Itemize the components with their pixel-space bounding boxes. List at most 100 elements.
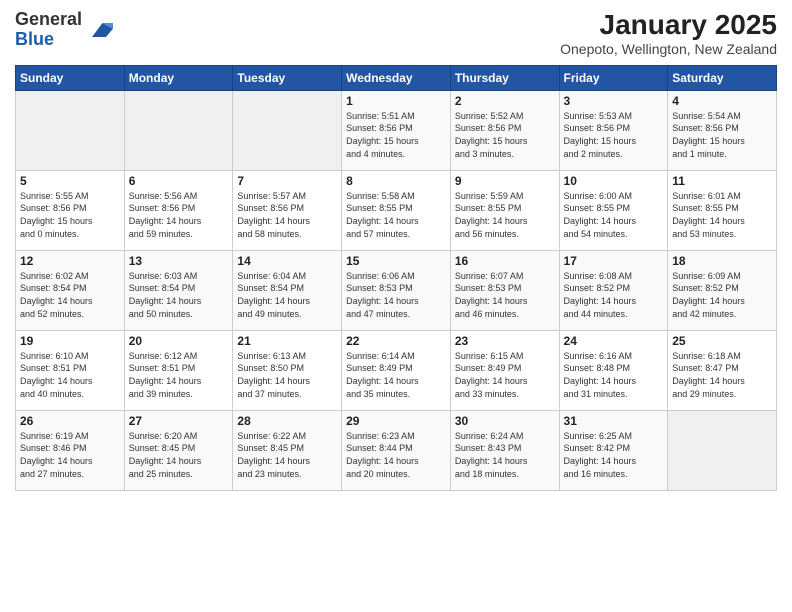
table-row: 9 Sunrise: 5:59 AMSunset: 8:55 PMDaylight…	[450, 170, 559, 250]
week-row-4: 19 Sunrise: 6:10 AMSunset: 8:51 PMDayligh…	[16, 330, 777, 410]
day-info: Sunrise: 6:15 AMSunset: 8:49 PMDaylight:…	[455, 350, 555, 400]
table-row: 8 Sunrise: 5:58 AMSunset: 8:55 PMDaylight…	[342, 170, 451, 250]
day-info: Sunrise: 5:56 AMSunset: 8:56 PMDaylight:…	[129, 190, 229, 240]
week-row-2: 5 Sunrise: 5:55 AMSunset: 8:56 PMDaylight…	[16, 170, 777, 250]
header-thursday: Thursday	[450, 65, 559, 90]
week-row-3: 12 Sunrise: 6:02 AMSunset: 8:54 PMDayligh…	[16, 250, 777, 330]
table-row: 24 Sunrise: 6:16 AMSunset: 8:48 PMDayligh…	[559, 330, 668, 410]
table-row: 5 Sunrise: 5:55 AMSunset: 8:56 PMDaylight…	[16, 170, 125, 250]
logo-blue-text: Blue	[15, 29, 54, 49]
day-number: 21	[237, 334, 337, 348]
day-info: Sunrise: 5:59 AMSunset: 8:55 PMDaylight:…	[455, 190, 555, 240]
day-number: 15	[346, 254, 446, 268]
header-wednesday: Wednesday	[342, 65, 451, 90]
header-monday: Monday	[124, 65, 233, 90]
day-number: 24	[564, 334, 664, 348]
table-row: 29Sunrise: 6:23 AMSunset: 8:44 PMDayligh…	[342, 410, 451, 490]
day-info: Sunrise: 6:03 AMSunset: 8:54 PMDaylight:…	[129, 270, 229, 320]
day-info: Sunrise: 6:07 AMSunset: 8:53 PMDaylight:…	[455, 270, 555, 320]
day-number: 7	[237, 174, 337, 188]
day-info: Sunrise: 6:01 AMSunset: 8:55 PMDaylight:…	[672, 190, 772, 240]
day-number: 18	[672, 254, 772, 268]
day-info: Sunrise: 6:06 AMSunset: 8:53 PMDaylight:…	[346, 270, 446, 320]
day-number: 5	[20, 174, 120, 188]
day-number: 30	[455, 414, 555, 428]
table-row: 1Sunrise: 5:51 AMSunset: 8:56 PMDaylight…	[342, 90, 451, 170]
day-number: 4	[672, 94, 772, 108]
table-row	[233, 90, 342, 170]
day-info: Sunrise: 5:55 AMSunset: 8:56 PMDaylight:…	[20, 190, 120, 240]
day-info: Sunrise: 6:09 AMSunset: 8:52 PMDaylight:…	[672, 270, 772, 320]
day-info: Sunrise: 5:57 AMSunset: 8:56 PMDaylight:…	[237, 190, 337, 240]
day-info: Sunrise: 6:22 AMSunset: 8:45 PMDaylight:…	[237, 430, 337, 480]
table-row: 21Sunrise: 6:13 AMSunset: 8:50 PMDayligh…	[233, 330, 342, 410]
table-row: 13 Sunrise: 6:03 AMSunset: 8:54 PMDayligh…	[124, 250, 233, 330]
day-info: Sunrise: 6:16 AMSunset: 8:48 PMDaylight:…	[564, 350, 664, 400]
day-number: 1	[346, 94, 446, 108]
table-row: 7 Sunrise: 5:57 AMSunset: 8:56 PMDaylight…	[233, 170, 342, 250]
logo-icon	[85, 16, 113, 44]
day-info: Sunrise: 6:00 AMSunset: 8:55 PMDaylight:…	[564, 190, 664, 240]
table-row: 3Sunrise: 5:53 AMSunset: 8:56 PMDaylight…	[559, 90, 668, 170]
day-info: Sunrise: 6:08 AMSunset: 8:52 PMDaylight:…	[564, 270, 664, 320]
day-number: 23	[455, 334, 555, 348]
table-row: 2 Sunrise: 5:52 AMSunset: 8:56 PMDaylight…	[450, 90, 559, 170]
title-block: January 2025 Onepoto, Wellington, New Ze…	[560, 10, 777, 57]
day-number: 6	[129, 174, 229, 188]
day-info: Sunrise: 6:04 AMSunset: 8:54 PMDaylight:…	[237, 270, 337, 320]
page-header: General Blue January 2025 Onepoto, Welli…	[15, 10, 777, 57]
day-number: 9	[455, 174, 555, 188]
logo-general-text: General	[15, 9, 82, 29]
day-number: 28	[237, 414, 337, 428]
day-info: Sunrise: 5:52 AMSunset: 8:56 PMDaylight:…	[455, 110, 555, 160]
day-number: 10	[564, 174, 664, 188]
header-saturday: Saturday	[668, 65, 777, 90]
table-row	[668, 410, 777, 490]
day-info: Sunrise: 5:54 AMSunset: 8:56 PMDaylight:…	[672, 110, 772, 160]
day-info: Sunrise: 5:58 AMSunset: 8:55 PMDaylight:…	[346, 190, 446, 240]
day-number: 13	[129, 254, 229, 268]
day-number: 12	[20, 254, 120, 268]
table-row: 26 Sunrise: 6:19 AMSunset: 8:46 PMDayligh…	[16, 410, 125, 490]
day-number: 25	[672, 334, 772, 348]
day-number: 19	[20, 334, 120, 348]
calendar-title: January 2025	[560, 10, 777, 41]
table-row: 11 Sunrise: 6:01 AMSunset: 8:55 PMDayligh…	[668, 170, 777, 250]
table-row: 4 Sunrise: 5:54 AMSunset: 8:56 PMDaylight…	[668, 90, 777, 170]
calendar-table: Sunday Monday Tuesday Wednesday Thursday…	[15, 65, 777, 491]
logo: General Blue	[15, 10, 113, 50]
day-info: Sunrise: 6:24 AMSunset: 8:43 PMDaylight:…	[455, 430, 555, 480]
header-friday: Friday	[559, 65, 668, 90]
table-row: 10 Sunrise: 6:00 AMSunset: 8:55 PMDayligh…	[559, 170, 668, 250]
day-number: 14	[237, 254, 337, 268]
day-info: Sunrise: 6:02 AMSunset: 8:54 PMDaylight:…	[20, 270, 120, 320]
header-tuesday: Tuesday	[233, 65, 342, 90]
day-number: 26	[20, 414, 120, 428]
day-number: 27	[129, 414, 229, 428]
day-info: Sunrise: 6:12 AMSunset: 8:51 PMDaylight:…	[129, 350, 229, 400]
day-number: 22	[346, 334, 446, 348]
day-info: Sunrise: 6:19 AMSunset: 8:46 PMDaylight:…	[20, 430, 120, 480]
day-number: 2	[455, 94, 555, 108]
table-row: 25 Sunrise: 6:18 AMSunset: 8:47 PMDayligh…	[668, 330, 777, 410]
week-row-1: 1Sunrise: 5:51 AMSunset: 8:56 PMDaylight…	[16, 90, 777, 170]
day-info: Sunrise: 6:25 AMSunset: 8:42 PMDaylight:…	[564, 430, 664, 480]
calendar-subtitle: Onepoto, Wellington, New Zealand	[560, 41, 777, 57]
day-info: Sunrise: 6:14 AMSunset: 8:49 PMDaylight:…	[346, 350, 446, 400]
day-number: 17	[564, 254, 664, 268]
table-row: 23 Sunrise: 6:15 AMSunset: 8:49 PMDayligh…	[450, 330, 559, 410]
table-row: 17 Sunrise: 6:08 AMSunset: 8:52 PMDayligh…	[559, 250, 668, 330]
day-info: Sunrise: 6:18 AMSunset: 8:47 PMDaylight:…	[672, 350, 772, 400]
day-info: Sunrise: 6:10 AMSunset: 8:51 PMDaylight:…	[20, 350, 120, 400]
table-row: 19 Sunrise: 6:10 AMSunset: 8:51 PMDayligh…	[16, 330, 125, 410]
table-row: 18 Sunrise: 6:09 AMSunset: 8:52 PMDayligh…	[668, 250, 777, 330]
table-row: 16 Sunrise: 6:07 AMSunset: 8:53 PMDayligh…	[450, 250, 559, 330]
day-number: 16	[455, 254, 555, 268]
day-info: Sunrise: 6:23 AMSunset: 8:44 PMDaylight:…	[346, 430, 446, 480]
header-sunday: Sunday	[16, 65, 125, 90]
day-info: Sunrise: 5:53 AMSunset: 8:56 PMDaylight:…	[564, 110, 664, 160]
day-number: 11	[672, 174, 772, 188]
day-number: 8	[346, 174, 446, 188]
table-row: 28 Sunrise: 6:22 AMSunset: 8:45 PMDayligh…	[233, 410, 342, 490]
table-row: 31Sunrise: 6:25 AMSunset: 8:42 PMDayligh…	[559, 410, 668, 490]
